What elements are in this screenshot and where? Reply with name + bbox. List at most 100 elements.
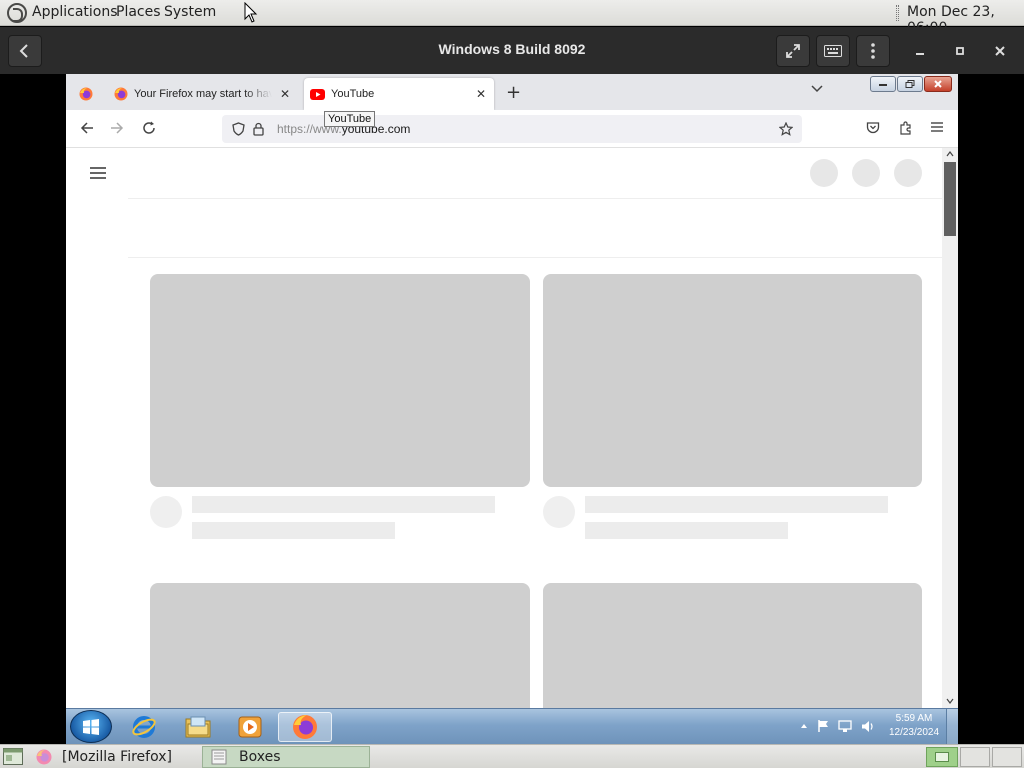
volume-icon[interactable]	[861, 720, 875, 733]
forward-arrow-icon[interactable]	[110, 121, 124, 135]
vm-display[interactable]: Your Firefox may start to have p ✕ YouTu…	[66, 74, 958, 744]
workspace-2[interactable]	[960, 747, 990, 767]
task-boxes[interactable]: Boxes	[202, 746, 370, 768]
minimize-icon	[879, 84, 887, 86]
task-label: Boxes	[239, 749, 281, 765]
youtube-page[interactable]	[66, 148, 958, 723]
windows-logo-icon	[83, 719, 99, 735]
boxes-header-bar: Windows 8 Build 8092	[0, 27, 1024, 74]
skeleton-video-thumbnail	[150, 583, 530, 723]
firefox-icon	[114, 87, 128, 101]
back-arrow-icon[interactable]	[80, 121, 94, 135]
file-explorer-icon	[185, 716, 211, 738]
places-menu[interactable]: Places	[116, 4, 161, 20]
guest-restore-button[interactable]	[897, 76, 923, 92]
show-hidden-icons-icon[interactable]	[800, 723, 808, 729]
guide-menu-icon[interactable]	[89, 166, 107, 180]
skeleton-meta-line	[585, 522, 788, 539]
minimize-icon	[916, 53, 924, 55]
task-label: [Mozilla Firefox]	[62, 749, 172, 765]
firefox-icon	[293, 715, 317, 739]
tab-firefox-notice[interactable]: Your Firefox may start to have p ✕	[106, 78, 298, 110]
system-tray	[800, 719, 875, 733]
scrollbar-thumb[interactable]	[944, 162, 956, 236]
scroll-down-icon[interactable]	[946, 698, 954, 704]
firefox-tab-strip: Your Firefox may start to have p ✕ YouTu…	[66, 74, 958, 110]
firefox-icon	[79, 87, 93, 101]
shield-icon[interactable]	[232, 122, 245, 136]
panel-separator	[896, 5, 899, 21]
tab-close-icon[interactable]: ✕	[476, 87, 486, 101]
keyboard-icon	[824, 45, 842, 57]
windows-taskbar: 5:59 AM 12/23/2024	[66, 708, 958, 744]
start-button[interactable]	[70, 710, 112, 743]
skeleton-channel-avatar	[543, 496, 575, 528]
show-desktop-button[interactable]	[946, 709, 958, 744]
scroll-up-icon[interactable]	[946, 151, 954, 157]
taskbar-media-player[interactable]	[228, 712, 272, 742]
maximize-icon	[956, 47, 964, 55]
page-scrollbar[interactable]	[942, 148, 958, 708]
boxes-app-icon	[211, 749, 227, 765]
url-bar[interactable]: https://www.youtube.com	[222, 115, 802, 143]
top-panel: Applications Places System Mon Dec 23, 0…	[0, 0, 1024, 36]
tab-title: Your Firefox may start to have p	[134, 88, 272, 100]
firefox-icon	[36, 749, 52, 765]
new-tab-button[interactable]: +	[506, 82, 521, 103]
minimize-button[interactable]	[908, 39, 932, 63]
guest-close-button[interactable]	[924, 76, 952, 92]
tab-youtube[interactable]: YouTube ✕	[304, 78, 494, 110]
fullscreen-button[interactable]	[776, 35, 810, 67]
vertical-dots-icon	[871, 43, 875, 59]
system-menu[interactable]: System	[164, 4, 216, 20]
youtube-icon	[310, 88, 325, 100]
extensions-icon[interactable]	[899, 121, 913, 135]
close-icon	[995, 46, 1005, 56]
lock-icon[interactable]	[253, 122, 264, 136]
pinned-tab[interactable]	[72, 78, 100, 110]
skeleton-channel-avatar	[150, 496, 182, 528]
skeleton-video-thumbnail	[150, 274, 530, 487]
clock-date: 12/23/2024	[888, 727, 940, 738]
guest-minimize-button[interactable]	[870, 76, 896, 92]
workspace-1[interactable]	[926, 747, 958, 767]
maximize-button[interactable]	[948, 39, 972, 63]
taskbar-firefox[interactable]	[278, 712, 332, 742]
firefox-nav-bar: https://www.youtube.com	[66, 110, 958, 148]
taskbar-clock[interactable]: 5:59 AM 12/23/2024	[882, 712, 946, 740]
clock-time: 5:59 AM	[895, 713, 933, 724]
fullscreen-icon	[786, 44, 800, 58]
skeleton-header-button	[894, 159, 922, 187]
skeleton-title-line	[192, 496, 495, 513]
bookmark-star-icon[interactable]	[779, 122, 793, 136]
network-icon[interactable]	[838, 719, 852, 733]
taskbar-file-explorer[interactable]	[176, 712, 220, 742]
skeleton-header-button	[852, 159, 880, 187]
pocket-icon[interactable]	[866, 121, 880, 135]
keyboard-button[interactable]	[816, 35, 850, 67]
header-divider	[128, 198, 943, 199]
list-all-tabs-icon[interactable]	[810, 84, 824, 94]
guest-caption-buttons	[870, 76, 952, 92]
task-mozilla-firefox[interactable]: [Mozilla Firefox]	[28, 746, 198, 768]
taskbar-internet-explorer[interactable]	[122, 712, 166, 742]
action-center-flag-icon[interactable]	[817, 719, 829, 733]
skeleton-video-thumbnail	[543, 274, 922, 487]
skeleton-video-thumbnail	[543, 583, 922, 723]
workspace-3[interactable]	[992, 747, 1022, 767]
mouse-pointer-icon	[244, 2, 258, 23]
skeleton-header-button	[810, 159, 838, 187]
hamburger-menu-icon[interactable]	[930, 121, 944, 133]
more-options-button[interactable]	[856, 35, 890, 67]
close-window-button[interactable]	[988, 39, 1012, 63]
chips-divider	[128, 257, 943, 258]
tab-close-icon[interactable]: ✕	[280, 87, 290, 101]
tab-tooltip: YouTube	[324, 111, 376, 127]
internet-explorer-icon	[132, 716, 156, 738]
skeleton-meta-line	[192, 522, 395, 539]
show-desktop-icon[interactable]	[3, 748, 23, 765]
distro-logo-icon[interactable]	[7, 3, 27, 23]
reload-icon[interactable]	[142, 121, 156, 135]
applications-menu[interactable]: Applications	[32, 4, 118, 20]
close-icon	[934, 80, 942, 88]
